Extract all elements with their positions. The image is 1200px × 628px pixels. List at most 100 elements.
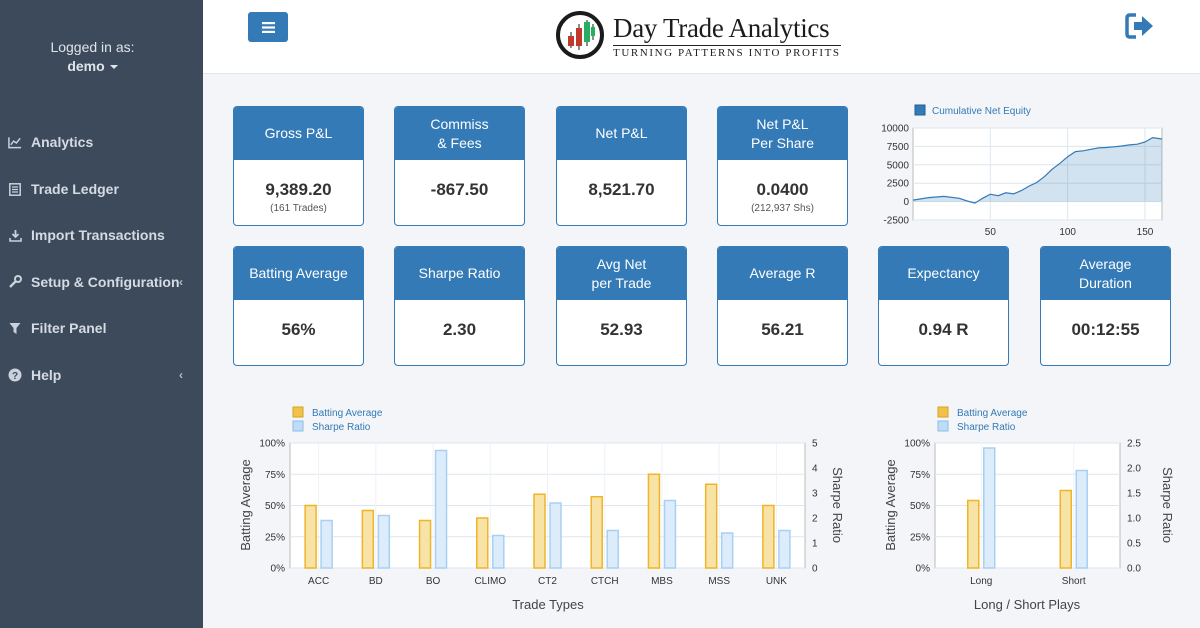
x-tick-label: 150 <box>1137 227 1154 238</box>
y2-tick-label: 2.0 <box>1127 464 1141 475</box>
y-tick-label: 7500 <box>887 142 910 153</box>
candlestick-logo-icon <box>556 11 604 59</box>
sidebar-item-label: Help <box>31 367 62 383</box>
stat-card-value: 00:12:55 <box>1071 320 1140 339</box>
bar-batting-average <box>967 499 980 569</box>
download-icon <box>8 228 22 242</box>
y-tick-label: 25% <box>910 532 930 543</box>
sidebar-item-label: Trade Ledger <box>31 181 119 197</box>
bar-sharpe-ratio <box>320 519 333 569</box>
y2-tick-label: 0.5 <box>1127 539 1141 550</box>
bar-sharpe-ratio <box>720 532 734 569</box>
y-tick-label: 0 <box>903 197 909 208</box>
stat-card-label: Batting Average <box>234 247 363 300</box>
x-tick-label: 50 <box>985 227 997 238</box>
legend-swatch <box>292 406 304 418</box>
stat-card-label: Expectancy <box>879 247 1008 300</box>
sidebar: Logged in as: demo Analytics Trade Ledge… <box>0 0 203 628</box>
stat-card-label: Sharpe Ratio <box>395 247 524 300</box>
bar-batting-average <box>361 509 375 569</box>
y2-tick-label: 1 <box>812 539 818 550</box>
x-tick-label: CTCH <box>591 576 619 587</box>
y-tick-label: 0% <box>916 564 931 575</box>
x-axis-title: Trade Types <box>512 597 584 612</box>
stat-card-value: 8,521.70 <box>588 180 655 199</box>
stat-card-average-r: Average R 56.21 <box>717 246 848 366</box>
y-tick-label: 10000 <box>881 124 909 135</box>
stat-card-value: 56.21 <box>761 320 804 339</box>
bar-sharpe-ratio <box>549 502 562 569</box>
legend-label: Sharpe Ratio <box>312 422 371 433</box>
legend-swatch <box>292 420 304 432</box>
bar-sharpe-ratio <box>663 499 677 569</box>
y-tick-label: 2500 <box>887 179 910 190</box>
menu-toggle-button[interactable] <box>248 12 288 42</box>
stat-card-expectancy: Expectancy 0.94 R <box>878 246 1009 366</box>
bar-sharpe-ratio <box>983 447 996 569</box>
bar-batting-average <box>418 519 432 569</box>
bar-batting-average <box>647 473 661 569</box>
bar-batting-average <box>590 496 603 569</box>
x-axis-title: Long / Short Plays <box>974 597 1081 612</box>
caret-down-icon <box>109 65 118 70</box>
sidebar-item-import-transactions[interactable]: Import Transactions <box>0 220 203 250</box>
sidebar-item-label: Filter Panel <box>31 320 107 336</box>
sidebar-item-setup-configuration[interactable]: Setup & Configuration ‹ <box>0 267 203 297</box>
y2-tick-label: 1.0 <box>1127 514 1141 525</box>
brand-logo[interactable]: Day Trade Analytics TURNING PATTERNS INT… <box>555 10 855 62</box>
legend-swatch <box>937 420 949 432</box>
x-tick-label: Long <box>970 576 992 587</box>
legend-label: Batting Average <box>312 408 383 419</box>
y-tick-label: 100% <box>259 439 285 450</box>
y-tick-label: 75% <box>265 470 285 481</box>
stat-card-value: -867.50 <box>430 180 489 199</box>
stat-card-value: 0.0400 <box>756 180 809 199</box>
logout-button[interactable] <box>1124 12 1156 45</box>
stat-card-label: Avg Net per Trade <box>557 247 686 300</box>
x-tick-label: MBS <box>651 576 673 587</box>
stat-card-label: Net P&L <box>557 107 686 160</box>
y-axis-title: Batting Average <box>883 459 898 551</box>
y-tick-label: 5000 <box>887 160 910 171</box>
y2-tick-label: 0.0 <box>1127 564 1141 575</box>
bar-sharpe-ratio <box>1075 469 1088 569</box>
user-menu[interactable]: demo <box>0 57 185 76</box>
y2-tick-label: 1.5 <box>1127 489 1141 500</box>
sidebar-item-help[interactable]: ? Help ‹ <box>0 360 203 390</box>
sidebar-item-trade-ledger[interactable]: Trade Ledger <box>0 174 203 204</box>
login-info: Logged in as: demo <box>0 38 185 76</box>
question-icon: ? <box>8 368 22 382</box>
x-tick-label: ACC <box>308 576 329 587</box>
bar-sharpe-ratio <box>606 529 619 569</box>
x-tick-label: CLIMO <box>474 576 506 587</box>
legend-label: Sharpe Ratio <box>957 422 1016 433</box>
stat-card-label: Commiss & Fees <box>395 107 524 160</box>
stat-card-label: Gross P&L <box>234 107 363 160</box>
y-tick-label: 0% <box>271 564 286 575</box>
x-tick-label: BD <box>369 576 383 587</box>
bar-batting-average <box>533 493 546 569</box>
bar-batting-average <box>476 517 489 569</box>
sidebar-item-analytics[interactable]: Analytics <box>0 127 203 157</box>
bar-batting-average <box>762 504 775 569</box>
x-tick-label: CT2 <box>538 576 557 587</box>
stat-card-value: 0.94 R <box>918 320 969 339</box>
stat-card-subtext: (161 Trades) <box>270 203 327 214</box>
x-tick-label: MSS <box>708 576 730 587</box>
x-tick-label: BO <box>426 576 441 587</box>
y2-axis-title: Sharpe Ratio <box>1160 467 1175 543</box>
stat-card-value: 56% <box>281 320 316 339</box>
y-tick-label: 50% <box>265 501 285 512</box>
sidebar-item-filter-panel[interactable]: Filter Panel <box>0 313 203 343</box>
trade-types-chart: Batting Average Sharpe Ratio 100%75%50%2… <box>238 406 845 612</box>
svg-text:?: ? <box>12 371 18 382</box>
stat-card-batting-average: Batting Average 56% <box>233 246 364 366</box>
y-tick-label: 75% <box>910 470 930 481</box>
stat-card-label: Average Duration <box>1041 247 1170 300</box>
y-tick-label: 50% <box>910 501 930 512</box>
username: demo <box>67 58 105 74</box>
bar-batting-average <box>1059 489 1072 569</box>
stat-card-net-pnl: Net P&L 8,521.70 <box>556 106 687 226</box>
x-tick-label: UNK <box>766 576 787 587</box>
legend-label: Cumulative Net Equity <box>932 106 1031 117</box>
